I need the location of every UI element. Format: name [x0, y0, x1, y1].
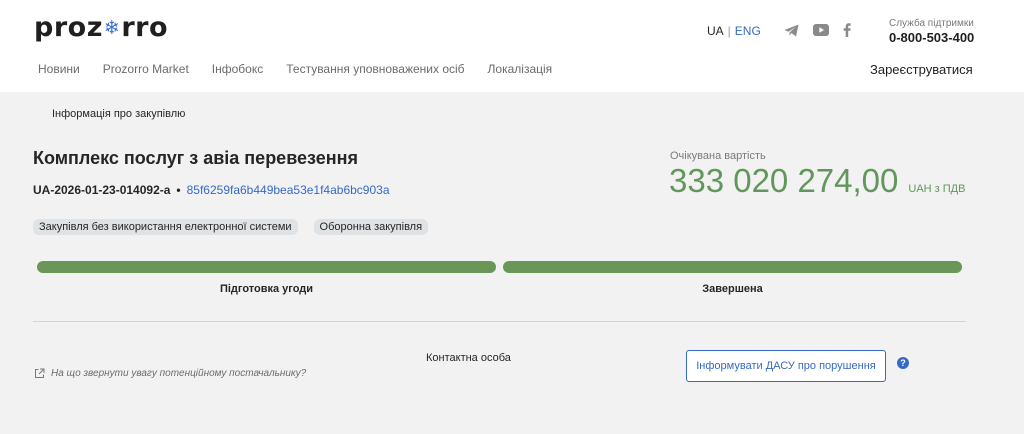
support-phone[interactable]: 0-800-503-400 — [889, 30, 974, 45]
telegram-icon[interactable] — [784, 22, 799, 38]
page-title: Комплекс послуг з авіа перевезення — [33, 148, 359, 168]
nav-item-localization[interactable]: Локалізація — [488, 62, 553, 76]
tag-list: Закупівля без використання електронної с… — [33, 219, 429, 235]
help-icon[interactable]: ? — [897, 357, 909, 369]
cost-currency: UAH з ПДВ — [908, 183, 966, 195]
nav-item-news[interactable]: Новини — [38, 62, 80, 76]
nav-item-testing[interactable]: Тестування уповноважених осіб — [286, 62, 464, 76]
section-divider — [33, 321, 966, 322]
cost-amount: 333 020 274,00 — [669, 162, 899, 199]
expected-cost: 333 020 274,00 UAH з ПДВ — [669, 162, 965, 200]
youtube-icon[interactable] — [813, 22, 829, 38]
progress-bar-completed — [503, 261, 962, 273]
tender-hash-link[interactable]: 85f6259fa6b449bea53e1f4ab6bc903a — [187, 183, 390, 197]
nav-item-infobox[interactable]: Інфобокс — [212, 62, 263, 76]
social-links — [784, 22, 851, 38]
external-link-icon — [34, 368, 45, 379]
nav-item-market[interactable]: Prozorro Market — [103, 62, 189, 76]
breadcrumb[interactable]: Інформація про закупівлю — [52, 108, 185, 120]
tag-no-electronic-system: Закупівля без використання електронної с… — [33, 219, 298, 235]
supplier-hint-text: На що звернути увагу потенційному постач… — [51, 368, 307, 379]
support-label: Служба підтримки — [889, 18, 974, 29]
main-nav: Новини Prozorro Market Інфобокс Тестуван… — [38, 62, 575, 76]
snowflake-icon: ❄ — [103, 16, 121, 39]
stage-label-preparation: Підготовка угоди — [219, 283, 314, 295]
prozorro-logo[interactable]: proz ❄ rro — [34, 12, 168, 43]
lang-separator: | — [727, 24, 731, 38]
site-header: proz ❄ rro UA | ENG Служба підтримки 0-800… — [0, 0, 1024, 92]
contact-person-label: Контактна особа — [426, 352, 511, 364]
register-link[interactable]: Зареєструватися — [870, 62, 973, 77]
logo-text-left: proz — [34, 12, 103, 43]
tender-ids: UA-2026-01-23-014092-a • 85f6259fa6b449b… — [33, 183, 390, 197]
lang-eng-link[interactable]: ENG — [735, 24, 761, 38]
tag-defense-procurement: Оборонна закупівля — [313, 219, 429, 235]
progress-bar-preparation — [37, 261, 496, 273]
facebook-icon[interactable] — [843, 22, 851, 38]
support-block: Служба підтримки 0-800-503-400 — [889, 18, 974, 45]
language-switcher: UA | ENG — [707, 24, 761, 38]
supplier-hint-link[interactable]: На що звернути увагу потенційному постач… — [34, 368, 306, 379]
logo-text-right: rro — [121, 12, 169, 43]
tender-id: UA-2026-01-23-014092-a — [33, 183, 171, 197]
stage-label-completed: Завершена — [702, 283, 763, 295]
expected-cost-label: Очікувана вартість — [670, 150, 766, 162]
id-separator: • — [176, 183, 181, 197]
report-dasu-button[interactable]: Інформувати ДАСУ про порушення — [686, 350, 886, 382]
lang-ua-link[interactable]: UA — [707, 24, 724, 38]
